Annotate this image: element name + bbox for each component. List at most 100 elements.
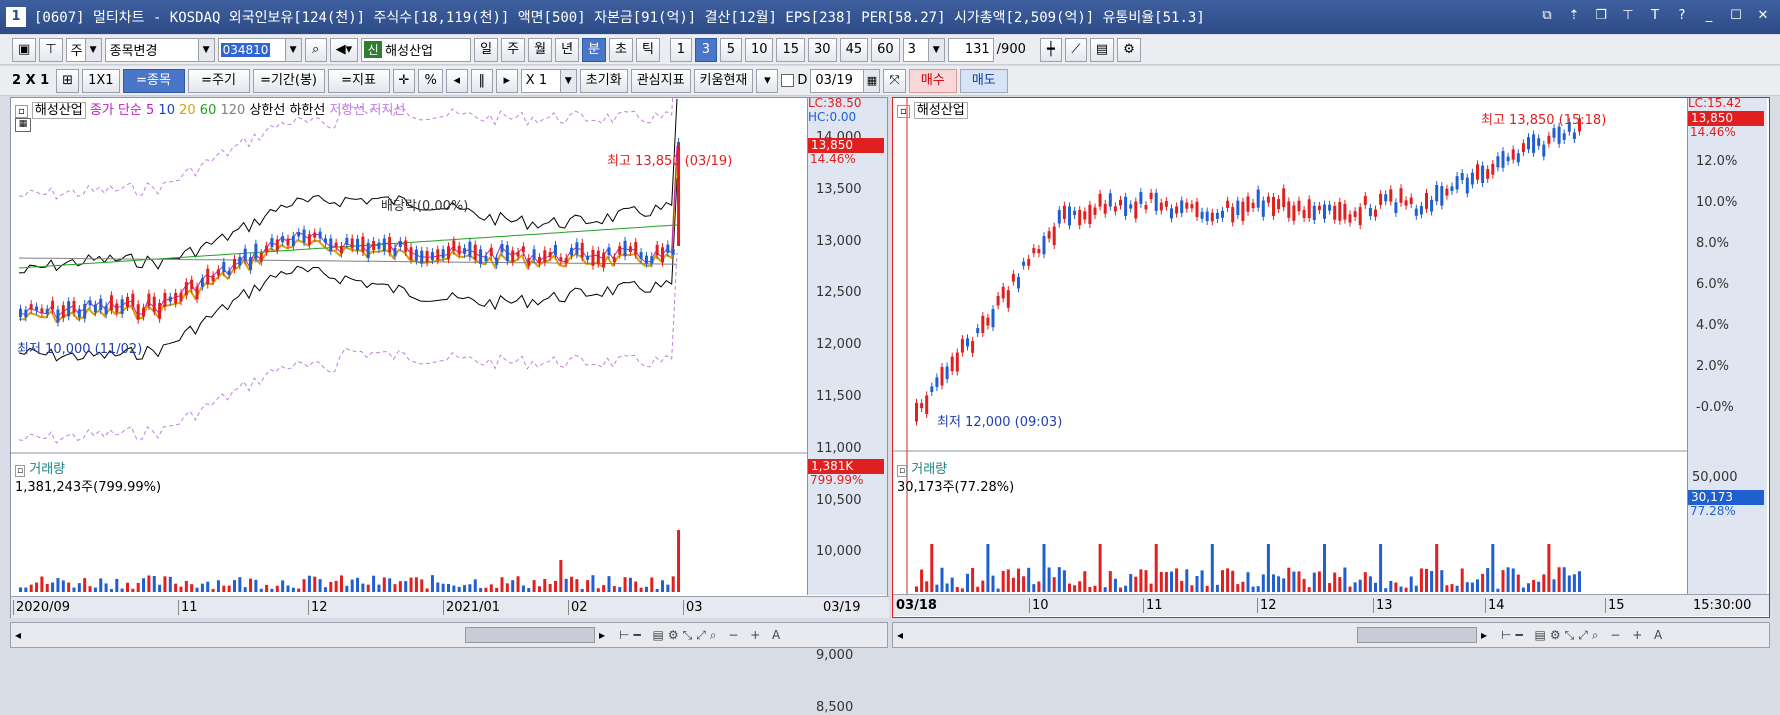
close-icon[interactable]: ✕ <box>1754 7 1772 25</box>
interest-indicator-button[interactable]: 관심지표 <box>630 68 691 93</box>
period-second[interactable]: 초 <box>609 37 633 62</box>
right-legend: ▫ 해성산업 <box>897 99 968 119</box>
sell-button[interactable]: 매도 <box>959 68 1008 93</box>
candle <box>1419 206 1423 215</box>
legend-item[interactable]: 120 <box>216 103 245 118</box>
minimize-icon[interactable]: _ <box>1700 7 1718 25</box>
interval-60[interactable]: 60 <box>871 37 900 62</box>
candle <box>366 242 370 259</box>
period-day[interactable]: 일 <box>474 37 499 62</box>
right-status-icons[interactable]: ⊢━ ▤⚙⤡⤢⌕ − + A <box>1501 628 1666 643</box>
left-stock-name[interactable]: 해성산업 <box>31 102 86 119</box>
kiwoom-current-button[interactable]: 키움현재 <box>693 68 754 93</box>
legend-item[interactable]: 20 <box>175 103 196 118</box>
zoom-select[interactable]: X 1 ▼ <box>520 68 577 93</box>
interval-input[interactable]: 3 ▼ <box>902 37 945 62</box>
candle <box>618 246 622 255</box>
right-percent-scale[interactable]: LC:15.42 12.0% 10.0% 8.0% 6.0% 4.0% 2.0% -0.0%… <box>1687 96 1767 595</box>
percent-button[interactable]: % <box>418 68 443 93</box>
interval-10[interactable]: 10 <box>744 37 774 62</box>
scroll-left-icon[interactable]: ◂ <box>11 628 25 642</box>
scroll-left-icon[interactable]: ◂ <box>893 628 907 642</box>
left-price-scale[interactable]: LC:38.50 HC:0.00 14,00013,50013,00012,50… <box>807 96 887 715</box>
copy-window-icon[interactable]: ❐ <box>1592 7 1610 25</box>
stock-name-field[interactable]: 신 해성산업 <box>361 37 472 62</box>
left-scrollbar[interactable]: ◂ ▸ ⊢━ ▤⚙⤡⤢⌕ − + A <box>10 622 888 648</box>
buy-button[interactable]: 매수 <box>908 68 957 93</box>
pin-icon[interactable]: ⊤ <box>39 37 63 62</box>
dropdown-icon[interactable]: ▾ <box>756 68 779 93</box>
legend-item[interactable]: 지지선 <box>365 103 405 118</box>
legend-item[interactable]: 저항선 <box>325 103 365 118</box>
legend-item[interactable]: 하한선 <box>285 103 325 118</box>
candle <box>1506 156 1510 162</box>
sync-range-button[interactable]: =기간(봉) <box>252 68 325 93</box>
x-tick: 11 <box>1143 598 1163 613</box>
scroll-thumb[interactable] <box>465 627 595 643</box>
interval-3[interactable]: 3 <box>694 37 717 62</box>
scroll-right-icon[interactable]: ▸ <box>1477 628 1491 642</box>
stock-change-select[interactable]: 종목변경 ▼ <box>104 37 215 62</box>
draw-icon[interactable]: ⟋ <box>1064 37 1087 62</box>
candle <box>1205 211 1209 222</box>
date-input[interactable]: 03/19 ▦ <box>810 68 881 93</box>
stock-code-input[interactable]: 034810 ▼ <box>217 37 302 62</box>
left-chart-canvas[interactable] <box>11 98 889 619</box>
link-icon[interactable]: ⧉ <box>1538 7 1556 25</box>
gear-icon[interactable]: ⚙ <box>1117 37 1141 62</box>
crosshair-icon[interactable]: ✛ <box>392 68 416 93</box>
date-checkbox[interactable] <box>781 74 795 87</box>
pin-icon[interactable]: ⊤ <box>1619 7 1637 25</box>
period-week[interactable]: 주 <box>501 37 526 62</box>
grid-icon[interactable]: ⊞ <box>56 68 80 93</box>
interval-30[interactable]: 30 <box>808 37 837 62</box>
help-icon[interactable]: ? <box>1673 7 1691 25</box>
reset-button[interactable]: 초기화 <box>579 68 628 93</box>
scroll-right-icon[interactable]: ▸ <box>595 628 609 642</box>
period-month[interactable]: 월 <box>528 37 553 62</box>
interval-15[interactable]: 15 <box>776 37 806 62</box>
legend-item[interactable]: 상한선 <box>245 103 285 118</box>
candle <box>51 300 55 310</box>
layout-1x1-button[interactable]: 1X1 <box>82 68 120 93</box>
volume-bar <box>356 577 360 592</box>
sync-stock-button[interactable]: =종목 <box>122 68 185 93</box>
scroll-thumb[interactable] <box>1357 627 1477 643</box>
count-input[interactable]: 131 <box>947 37 994 62</box>
candle <box>1435 184 1439 202</box>
legend-item[interactable]: 종가 단순 5 <box>90 103 154 118</box>
search-icon[interactable]: ⌕ <box>304 37 327 62</box>
period-tick[interactable]: 틱 <box>635 37 660 62</box>
candle <box>527 258 531 266</box>
save-icon[interactable]: ▤ <box>1089 37 1115 62</box>
calc-icon[interactable]: ▦ <box>15 118 31 132</box>
scroll-left-icon[interactable]: ◂ <box>445 68 468 93</box>
right-chart-canvas[interactable] <box>893 98 1769 617</box>
chart-tool-icon[interactable]: ⤧ <box>883 68 906 93</box>
type-select[interactable]: 주 ▼ <box>65 37 102 62</box>
legend-item[interactable]: 60 <box>196 103 217 118</box>
left-status-icons[interactable]: ⊢━ ▤⚙⤡⤢⌕ − + A <box>619 628 784 643</box>
font-icon[interactable]: T <box>1646 7 1664 25</box>
pin-top-icon[interactable]: ⇡ <box>1565 7 1583 25</box>
prev-stock-icon[interactable]: ◀▾ <box>329 37 359 62</box>
count-total: /900 <box>996 42 1026 57</box>
layout-icon[interactable]: ▣ <box>12 37 37 62</box>
candle-icon[interactable]: ┿ <box>1039 37 1062 62</box>
scroll-right-icon[interactable]: ▸ <box>495 68 518 93</box>
volume-bar <box>915 586 918 592</box>
maximize-icon[interactable]: ☐ <box>1727 7 1745 25</box>
right-scrollbar[interactable]: ◂ ▸ ⊢━ ▤⚙⤡⤢⌕ − + A <box>892 622 1770 648</box>
candle <box>388 236 392 253</box>
interval-45[interactable]: 45 <box>839 37 869 62</box>
legend-item[interactable]: 10 <box>154 103 175 118</box>
pause-icon[interactable]: ‖ <box>470 68 493 93</box>
interval-1[interactable]: 1 <box>669 37 692 62</box>
right-stock-name[interactable]: 해성산업 <box>913 102 968 119</box>
period-minute[interactable]: 분 <box>582 37 606 62</box>
sync-period-button[interactable]: =주기 <box>187 68 250 93</box>
interval-5[interactable]: 5 <box>719 37 742 62</box>
candle <box>1481 165 1485 184</box>
period-year[interactable]: 년 <box>555 37 580 62</box>
sync-indicator-button[interactable]: =지표 <box>327 68 390 93</box>
